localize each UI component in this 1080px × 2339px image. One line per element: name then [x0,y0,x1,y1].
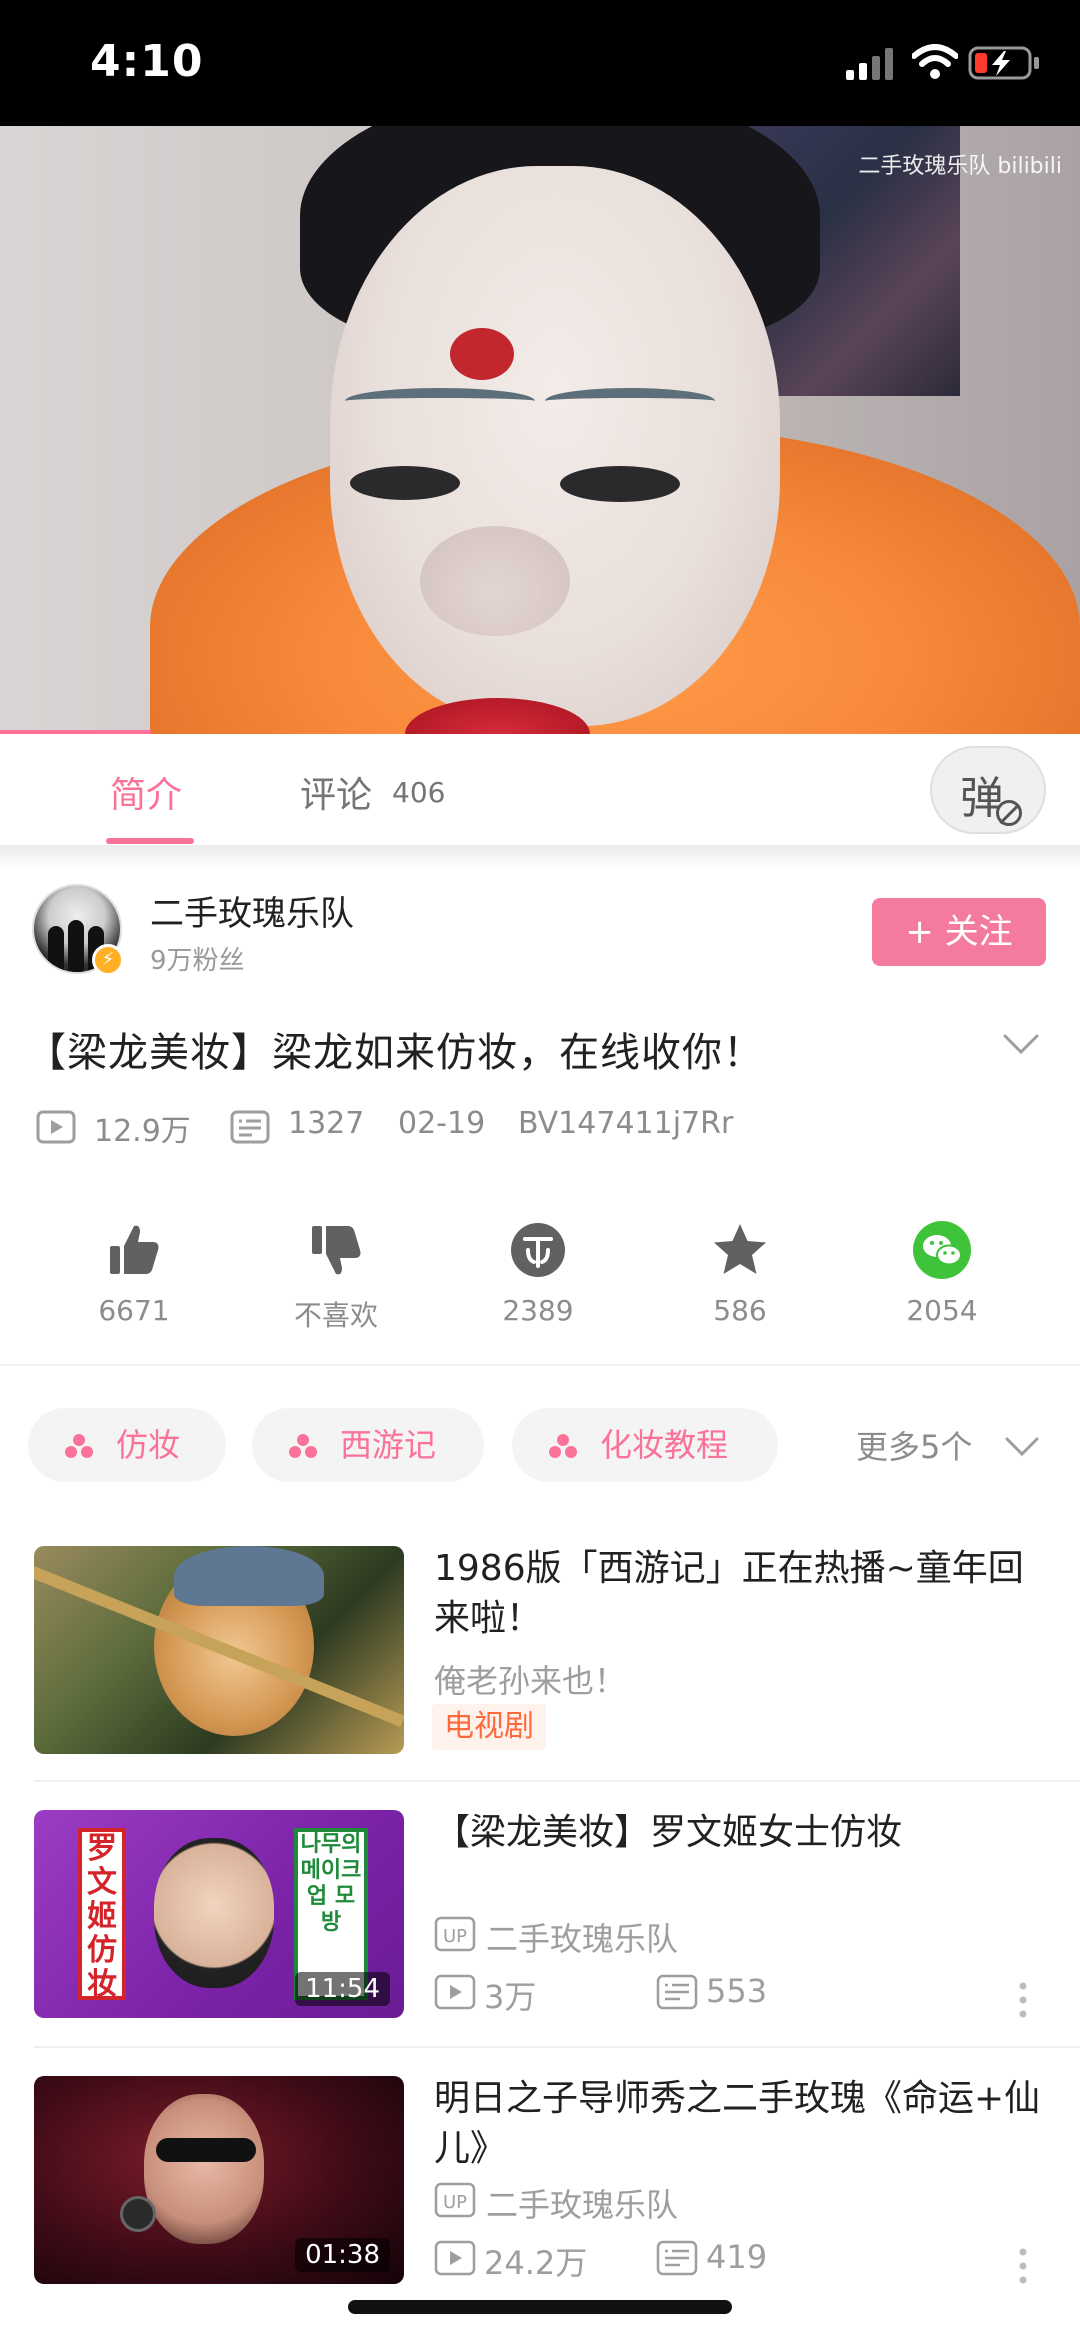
danmaku-off-icon [996,800,1022,826]
up-badge-icon: UP [434,1916,476,1952]
video-duration: 01:38 [295,2238,390,2272]
video-duration: 11:54 [295,1972,390,2006]
svg-text:UP: UP [443,1926,467,1947]
more-options-icon[interactable] [1016,1980,1030,2020]
verified-badge-icon: ⚡ [92,944,124,976]
recommendation-item[interactable]: 01:38 明日之子导师秀之二手玫瑰《命运+仙儿》 UP 二手玫瑰乐队 24.2… [0,2074,1080,2314]
follow-button[interactable]: + 关注 [872,898,1046,966]
more-options-icon[interactable] [1016,2246,1030,2286]
status-time: 4:10 [90,36,204,87]
tag-chip[interactable]: 仿妆 [28,1408,226,1482]
video-title: 【梁龙美妆】梁龙如来仿妆，在线收你！ [26,1030,764,1076]
recommendation-item[interactable]: 1986版「西游记」正在热播~童年回来啦！ 俺老孙来也！ 电视剧 [0,1544,1080,1784]
uploader-fans: 9万粉丝 [150,946,245,976]
video-frame-face [330,166,780,726]
uploader-name[interactable]: 二手玫瑰乐队 [150,886,354,935]
tag-icon [549,1434,577,1458]
status-bar: 4:10 [0,0,1080,126]
tag-chip[interactable]: 化妆教程 [512,1408,778,1482]
tab-active-indicator [106,838,194,844]
cellular-signal-icon [846,48,893,80]
tab-intro[interactable]: 简介 [110,766,182,818]
home-indicator[interactable] [348,2300,732,2314]
tag-chip[interactable]: 西游记 [252,1408,484,1482]
recommendation-thumbnail: 01:38 [34,2076,404,2284]
comments-count: 406 [392,776,446,809]
category-badge: 电视剧 [432,1704,546,1750]
thumbs-down-icon [312,1226,361,1275]
chevron-down-icon[interactable] [1004,1436,1040,1458]
recommendation-title: 明日之子导师秀之二手玫瑰《命运+仙儿》 [434,2078,1041,2169]
app-root: 4:10 二手玫瑰乐队 bilibili 简介 评论 406 弹 ⚡ 二手玫瑰乐… [0,0,1080,2339]
tab-bar: 简介 评论 406 弹 [0,734,1080,846]
recommendation-title: 1986版「西游记」正在热播~童年回来啦！ [434,1548,1024,1639]
thumbs-up-icon [110,1225,159,1274]
coin-icon [511,1223,565,1277]
favorite-button[interactable]: 586 [670,1220,810,1327]
play-count-icon [434,2240,476,2276]
star-icon [714,1224,766,1274]
video-watermark: 二手玫瑰乐队 bilibili [858,154,1062,179]
recommendation-subtitle: 俺老孙来也！ [434,1662,627,1700]
tag-icon [289,1434,317,1458]
chevron-down-icon[interactable] [1002,1032,1040,1056]
danmaku-count-icon [656,2240,698,2276]
play-count-icon [434,1974,476,2010]
tab-comments[interactable]: 评论 [300,766,372,818]
recommendation-item[interactable]: 罗文姬仿妆 나무의 메이크업 모방 11:54 【梁龙美妆】罗文姬女士仿妆 UP… [0,1808,1080,2048]
more-tags-button[interactable]: 更多5个 [856,1422,972,1468]
danmaku-count-icon [656,1974,698,2010]
wifi-icon [912,44,958,79]
tag-icon [65,1434,93,1458]
recommendation-thumbnail [34,1546,404,1754]
like-button[interactable]: 6671 [64,1220,204,1327]
share-button[interactable]: 2054 [872,1220,1012,1327]
up-badge-icon: UP [434,2182,476,2218]
danmaku-count-icon [230,1110,270,1144]
video-player[interactable]: 二手玫瑰乐队 bilibili [0,126,1080,734]
svg-text:UP: UP [443,2192,467,2213]
play-count-icon [36,1110,76,1144]
coin-button[interactable]: 2389 [468,1220,608,1327]
battery-charging-icon [968,46,1039,80]
recommendation-title: 【梁龙美妆】罗文姬女士仿妆 [434,1812,903,1853]
recommendation-thumbnail: 罗文姬仿妆 나무의 메이크업 모방 11:54 [34,1810,404,2018]
dislike-button[interactable]: 不喜欢 [266,1220,406,1334]
section-divider [0,1364,1080,1366]
wechat-icon [913,1221,971,1279]
danmaku-toggle-button[interactable]: 弹 [930,746,1046,834]
